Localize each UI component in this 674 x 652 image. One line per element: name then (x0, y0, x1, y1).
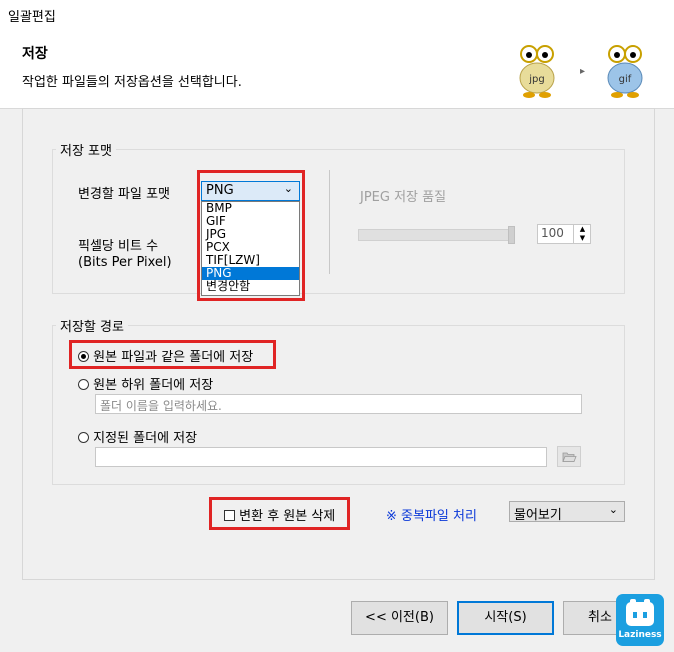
wizard-header (0, 28, 674, 109)
window-title: 일괄편집 (8, 10, 56, 25)
radio-custom-folder-label: 지정된 폴더에 저장 (93, 431, 198, 446)
bpp-label-english: (Bits Per Pixel) (78, 255, 172, 270)
delete-original-label: 변환 후 원본 삭제 (239, 509, 336, 524)
format-option[interactable]: 변경안함 (202, 280, 299, 293)
page-subtitle: 작업한 파일들의 저장옵션을 선택합니다. (22, 75, 242, 90)
jpeg-quality-spinner[interactable]: 100 ▲ ▼ (537, 224, 591, 244)
bpp-label: 픽셀당 비트 수 (78, 239, 159, 254)
checkbox-unchecked-icon[interactable] (224, 510, 235, 521)
spinner-arrows-icon[interactable]: ▲ ▼ (573, 225, 591, 243)
radio-unchecked-icon[interactable] (78, 432, 89, 443)
laziness-logo-text: Laziness (618, 630, 662, 640)
arrow-right-icon: ▸ (580, 66, 586, 77)
radio-subfolder-label: 원본 하위 폴더에 저장 (93, 378, 214, 393)
start-button[interactable]: 시작(S) (457, 601, 554, 635)
vertical-divider (329, 170, 330, 274)
format-options-list: BMP GIF JPG PCX TIF[LZW] PNG 변경안함 (201, 201, 300, 296)
jpeg-quality-label: JPEG 저장 품질 (360, 190, 447, 205)
format-label: 변경할 파일 포맷 (78, 187, 170, 202)
gif-mascot-icon: gif (607, 45, 643, 98)
duplicate-file-handling-label: ※ 중복파일 처리 (386, 509, 477, 524)
laziness-logo: Laziness (616, 594, 664, 646)
radio-checked-icon[interactable] (78, 351, 89, 362)
format-group (52, 149, 625, 294)
duplicate-handling-value: 물어보기 (514, 508, 562, 523)
folder-open-icon (562, 452, 577, 462)
jpg-mascot-text: jpg (528, 74, 544, 85)
subfolder-name-input[interactable]: 폴더 이름을 입력하세요. (95, 394, 582, 414)
prev-button[interactable]: << 이전(B) (351, 601, 448, 635)
page-title: 저장 (22, 46, 48, 62)
chevron-down-icon: ⌄ (608, 503, 618, 516)
jpg-mascot-icon: jpg (519, 45, 555, 98)
path-group-label: 저장할 경로 (56, 316, 128, 335)
jpeg-quality-slider-thumb[interactable] (508, 226, 515, 244)
jpeg-quality-slider[interactable] (358, 229, 515, 241)
format-group-label: 저장 포맷 (56, 140, 116, 159)
format-dropdown-value: PNG (206, 183, 234, 198)
title-bar: 일괄편집 (0, 0, 674, 29)
radio-same-folder-label: 원본 파일과 같은 폴더에 저장 (93, 350, 254, 365)
duplicate-handling-dropdown[interactable]: 물어보기 ⌄ (509, 501, 625, 523)
laziness-logo-icon (626, 599, 654, 626)
radio-same-folder[interactable]: 원본 파일과 같은 폴더에 저장 (78, 346, 253, 365)
chevron-down-icon: ⌄ (283, 182, 293, 195)
radio-custom-folder[interactable]: 지정된 폴더에 저장 (78, 427, 197, 446)
radio-unchecked-icon[interactable] (78, 379, 89, 390)
radio-subfolder[interactable]: 원본 하위 폴더에 저장 (78, 374, 213, 393)
gif-mascot-text: gif (619, 74, 632, 85)
format-dropdown[interactable]: PNG ⌄ (201, 181, 300, 201)
browse-folder-button[interactable] (557, 446, 581, 467)
jpeg-quality-value: 100 (541, 226, 564, 240)
custom-folder-input[interactable] (95, 447, 547, 467)
delete-original-checkbox[interactable]: 변환 후 원본 삭제 (224, 505, 335, 524)
